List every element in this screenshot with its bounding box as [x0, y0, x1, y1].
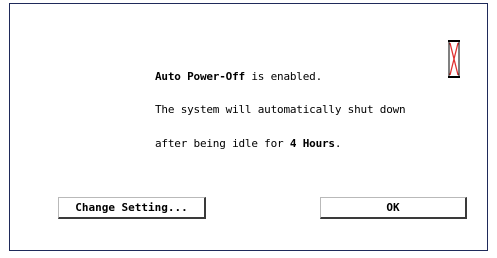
idle-duration: 4 Hours [289, 137, 335, 150]
message-line-3: after being idle for 4 Hours. [155, 137, 341, 151]
change-setting-button[interactable]: Change Setting... [58, 197, 206, 219]
hourglass-icon [447, 40, 461, 78]
feature-name: Auto Power-Off [155, 70, 245, 83]
ok-button[interactable]: OK [320, 197, 467, 219]
message-line-1: Auto Power-Off is enabled. [155, 70, 322, 84]
auto-power-off-dialog: Auto Power-Off is enabled. The system wi… [9, 3, 488, 251]
message-line-3-pre: after being idle for [155, 137, 290, 150]
message-line-1-rest: is enabled. [244, 70, 322, 83]
message-line-3-post: . [334, 137, 342, 150]
message-line-2: The system will automatically shut down [155, 103, 406, 116]
